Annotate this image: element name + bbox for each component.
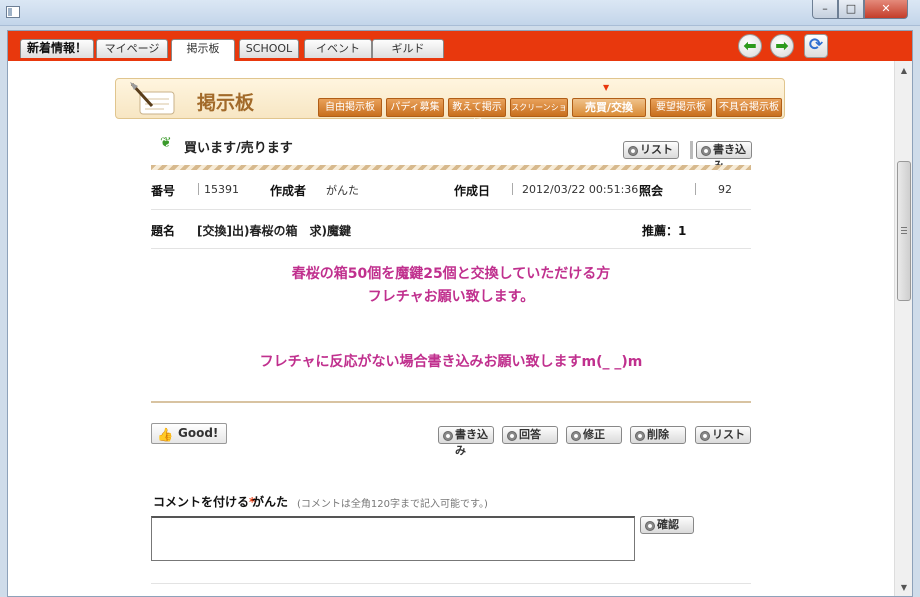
meta-separator <box>695 183 696 195</box>
board-tab-help[interactable]: 教えて掲示板 <box>448 98 506 130</box>
board-tab-screenshot[interactable]: スクリーンショット <box>510 98 568 129</box>
number-label: 番号 <box>151 184 176 198</box>
browser-frame: 新着情報！ マイページ 掲示板 SCHOOL イベント ギルド ⬅ ➡ ⟳ ▲ … <box>7 30 913 597</box>
write-button-top[interactable]: 書き込み <box>696 141 752 172</box>
footer-divider <box>151 583 751 584</box>
post-body-line: フレチャお願い致します。 <box>367 289 535 305</box>
author-label: 作成者 <box>270 184 307 198</box>
recommend-count: 推薦：1 <box>642 224 687 238</box>
confirm-button[interactable]: 確認 <box>640 516 694 534</box>
board-header: 掲示板 ▼ 自由掲示板 パディ募集 教えて掲示板 スクリーンショット 売買/交換… <box>115 78 785 130</box>
list-button-top[interactable]: リスト <box>623 141 679 159</box>
tab-board[interactable]: 掲示板 <box>171 39 235 61</box>
vertical-scrollbar[interactable]: ▲ ▼ <box>894 61 912 596</box>
good-button[interactable]: 👍 Good! <box>151 423 227 444</box>
board-tab-free[interactable]: 自由掲示板 <box>318 98 382 117</box>
post-body-line: フレチャに反応がない場合書き込みお願い致しますm(_ _)m <box>259 354 643 370</box>
board-title: 掲示板 <box>197 92 255 114</box>
close-button[interactable]: ✕ <box>864 0 908 19</box>
scroll-quill-icon <box>130 82 175 115</box>
refresh-icon[interactable]: ⟳ <box>804 34 828 58</box>
post-author: がんた <box>326 184 359 197</box>
good-label: Good! <box>178 426 219 440</box>
grip-line <box>901 227 907 228</box>
edit-button[interactable]: 修正 <box>566 426 622 444</box>
tab-news[interactable]: 新着情報！ <box>20 39 94 58</box>
grip-line <box>901 230 907 231</box>
comment-label: コメントを付ける* <box>153 493 255 510</box>
post-subject: [交換]出)春桜の箱 求)魔鍵 <box>197 224 351 238</box>
views-label: 照会 <box>639 184 664 198</box>
top-nav-bar: 新着情報！ マイページ 掲示板 SCHOOL イベント ギルド ⬅ ➡ ⟳ <box>8 31 912 61</box>
scrollbar-thumb[interactable] <box>897 161 911 301</box>
board-tab-bug[interactable]: 不具合掲示板 <box>716 98 782 117</box>
subject-label: 題名 <box>151 224 176 238</box>
tab-event[interactable]: イベント <box>304 39 372 58</box>
post-date: 2012/03/22 00:51:36 <box>522 183 639 196</box>
button-separator <box>690 141 693 159</box>
board-tab-request[interactable]: 要望掲示板 <box>650 98 712 117</box>
delete-button[interactable]: 削除 <box>630 426 686 444</box>
date-label: 作成日 <box>454 184 491 198</box>
section-title: 買います/売ります <box>184 141 293 156</box>
meta-separator <box>198 183 199 195</box>
sprout-icon: ❦ <box>160 135 172 151</box>
comment-user: がんた <box>252 495 289 509</box>
grip-line <box>901 233 907 234</box>
window-titlebar: – □ ✕ <box>0 0 920 26</box>
row-divider <box>151 209 751 210</box>
tab-mypage[interactable]: マイページ <box>96 39 168 58</box>
reply-button[interactable]: 回答 <box>502 426 558 444</box>
header-divider <box>151 165 751 170</box>
comment-input[interactable] <box>151 516 635 561</box>
meta-separator <box>512 183 513 195</box>
row-divider <box>151 248 751 249</box>
window-app-icon[interactable] <box>6 6 20 18</box>
tab-guild[interactable]: ギルド <box>372 39 444 58</box>
minimize-button[interactable]: – <box>812 0 838 19</box>
maximize-button[interactable]: □ <box>838 0 864 19</box>
body-divider <box>151 401 751 403</box>
thumbs-up-icon: 👍 <box>157 428 174 443</box>
comment-label-text: コメントを付ける <box>153 495 250 509</box>
scroll-up-arrow-icon[interactable]: ▲ <box>896 63 912 79</box>
forward-arrow-icon[interactable]: ➡ <box>770 34 794 58</box>
write-button[interactable]: 書き込み <box>438 426 494 457</box>
scroll-down-arrow-icon[interactable]: ▼ <box>896 580 912 596</box>
list-button[interactable]: リスト <box>695 426 751 444</box>
post-body-line: 春桜の箱50個を魔鍵25個と交換していただける方 <box>291 266 611 282</box>
board-tab-party[interactable]: パディ募集 <box>386 98 444 117</box>
comment-note: (コメントは全角120字まで記入可能です。) <box>297 499 488 510</box>
tab-school[interactable]: SCHOOL <box>239 39 299 58</box>
back-arrow-icon[interactable]: ⬅ <box>738 34 762 58</box>
active-tab-marker-icon: ▼ <box>603 83 610 92</box>
post-views: 92 <box>718 183 732 196</box>
post-number: 15391 <box>204 183 239 196</box>
board-tab-trade[interactable]: 売買/交換 <box>572 98 646 117</box>
